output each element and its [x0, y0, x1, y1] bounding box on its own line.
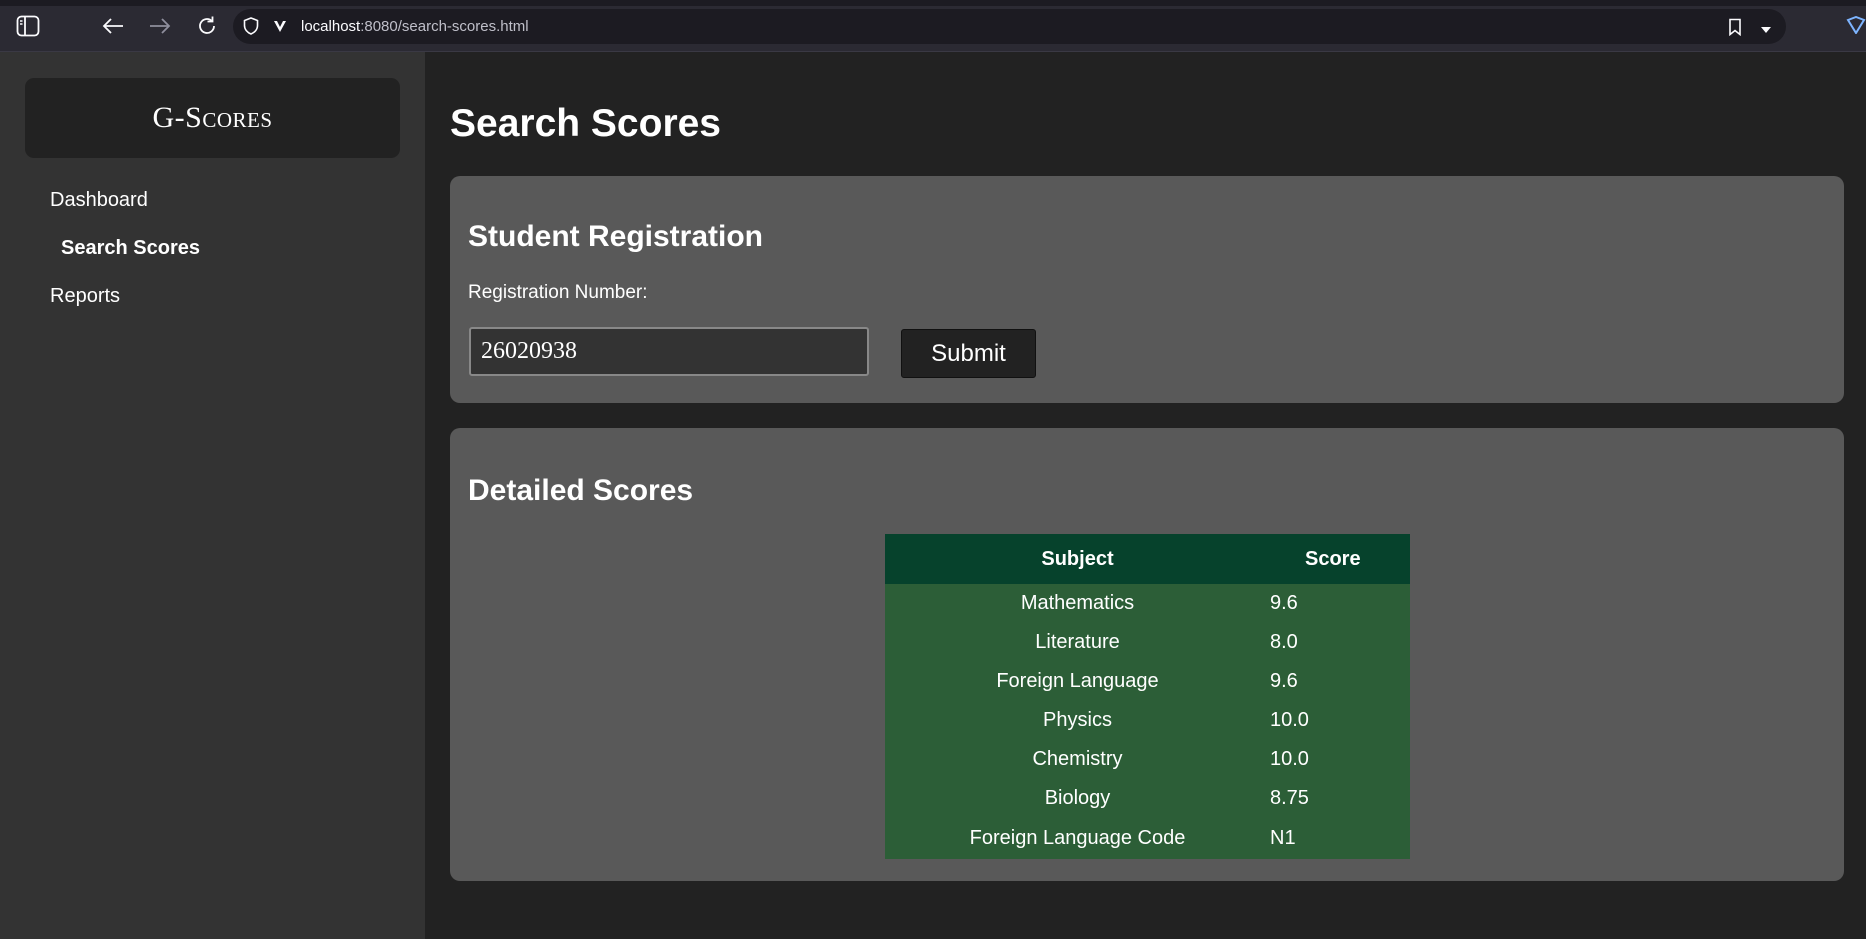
sidebar-item-search-scores[interactable]: Search Scores [61, 237, 200, 260]
brand-logo[interactable]: G-Scores [25, 78, 400, 158]
registration-heading: Student Registration [468, 220, 764, 253]
column-header-score: Score [1305, 547, 1361, 570]
url-host: localhost [301, 18, 361, 35]
detailed-scores-card: Detailed Scores Subject Score Mathematic… [450, 428, 1844, 881]
table-row: Foreign Language 9.6 [885, 662, 1410, 701]
sidebar-item-reports[interactable]: Reports [50, 285, 120, 308]
subject-cell: Foreign Language [996, 670, 1159, 692]
column-header-subject: Subject [1041, 547, 1114, 570]
site-favicon-icon [273, 19, 287, 38]
browser-tabstrip [0, 0, 1866, 6]
table-header-row: Subject Score [885, 534, 1410, 584]
page-title: Search Scores [450, 102, 722, 145]
url-path: :8080/search-scores.html [360, 18, 529, 35]
submit-button[interactable]: Submit [901, 329, 1036, 378]
sidebar: G-Scores Dashboard Search Scores Reports [0, 52, 425, 939]
forward-arrow-icon[interactable] [144, 12, 176, 40]
subject-cell: Foreign Language Code [969, 827, 1186, 849]
score-cell: 9.6 [1270, 670, 1298, 692]
subject-cell: Literature [1035, 631, 1120, 653]
shield-icon[interactable] [243, 17, 259, 40]
subject-cell: Biology [1044, 787, 1111, 809]
score-cell: 8.0 [1270, 631, 1298, 653]
brand-title: G-Scores [152, 101, 273, 134]
table-row: Physics 10.0 [885, 701, 1410, 740]
registration-number-input[interactable] [469, 327, 869, 376]
detailed-scores-heading: Detailed Scores [468, 474, 694, 507]
bookmark-icon[interactable] [1728, 18, 1742, 41]
score-cell: 9.6 [1270, 592, 1298, 614]
subject-cell: Chemistry [1032, 748, 1123, 770]
registration-number-label: Registration Number: [468, 282, 648, 303]
table-row: Literature 8.0 [885, 623, 1410, 662]
browser-toolbar: localhost:8080/search-scores.html [0, 0, 1866, 52]
sidebar-item-dashboard[interactable]: Dashboard [50, 189, 148, 212]
score-cell: N1 [1270, 827, 1296, 849]
address-bar[interactable]: localhost:8080/search-scores.html [233, 9, 1786, 44]
main-content: Search Scores Student Registration Regis… [425, 52, 1866, 939]
table-row: Biology 8.75 [885, 779, 1410, 818]
reload-icon[interactable] [191, 12, 223, 40]
score-cell: 8.75 [1270, 787, 1309, 809]
url-text[interactable]: localhost:8080/search-scores.html [301, 18, 529, 35]
chevron-down-icon[interactable] [1760, 22, 1772, 40]
score-cell: 10.0 [1270, 709, 1309, 731]
table-row: Chemistry 10.0 [885, 740, 1410, 779]
extension-icon[interactable] [1846, 15, 1866, 39]
score-cell: 10.0 [1270, 748, 1309, 770]
scores-table: Subject Score Mathematics 9.6 Literature… [885, 534, 1410, 859]
registration-card: Student Registration Registration Number… [450, 176, 1844, 403]
table-row: Foreign Language Code N1 [885, 818, 1410, 859]
table-row: Mathematics 9.6 [885, 584, 1410, 623]
back-arrow-icon[interactable] [97, 12, 129, 40]
subject-cell: Physics [1043, 709, 1112, 731]
sidebar-toggle-icon[interactable] [12, 12, 44, 40]
subject-cell: Mathematics [1020, 592, 1135, 614]
